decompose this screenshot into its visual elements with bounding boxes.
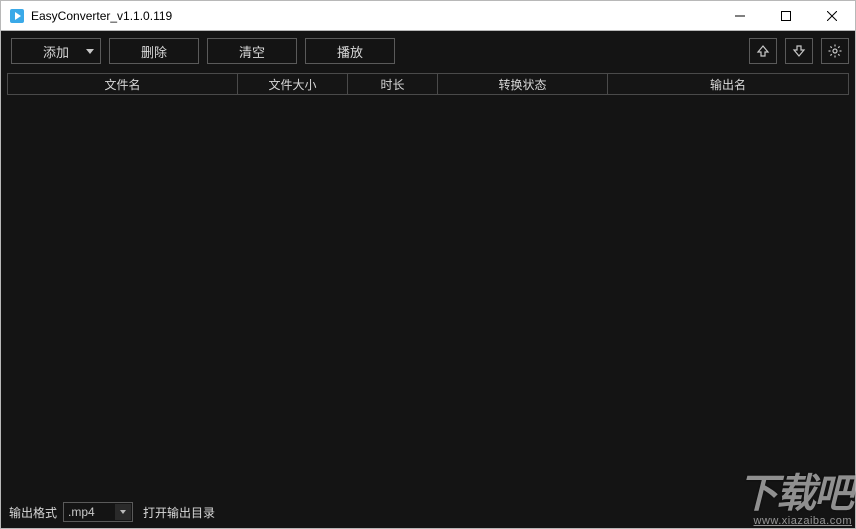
app-icon <box>9 8 25 24</box>
output-format-label: 输出格式 <box>9 504 57 521</box>
close-button[interactable] <box>809 1 855 30</box>
output-format-value: .mp4 <box>68 505 95 519</box>
delete-button[interactable]: 删除 <box>109 38 199 64</box>
clear-button-label: 清空 <box>239 42 265 61</box>
open-output-dir-button[interactable]: 打开输出目录 <box>139 502 219 523</box>
add-button-label: 添加 <box>43 42 69 61</box>
add-button[interactable]: 添加 <box>11 38 101 64</box>
clear-button[interactable]: 清空 <box>207 38 297 64</box>
bottom-bar: 输出格式 .mp4 打开输出目录 <box>1 500 855 528</box>
window-title: EasyConverter_v1.1.0.119 <box>31 9 172 23</box>
output-format-select[interactable]: .mp4 <box>63 502 133 522</box>
play-button[interactable]: 播放 <box>305 38 395 64</box>
toolbar: 添加 删除 清空 播放 <box>1 31 855 67</box>
client-area: 添加 删除 清空 播放 <box>0 30 856 529</box>
maximize-button[interactable] <box>763 1 809 30</box>
move-up-button[interactable] <box>749 38 777 64</box>
delete-button-label: 删除 <box>141 42 167 61</box>
chevron-down-icon <box>115 504 131 520</box>
table-header: 文件名 文件大小 时长 转换状态 输出名 <box>7 73 849 95</box>
move-down-button[interactable] <box>785 38 813 64</box>
file-list[interactable] <box>7 95 849 500</box>
column-header-filesize[interactable]: 文件大小 <box>238 74 348 94</box>
column-header-output[interactable]: 输出名 <box>608 74 848 94</box>
column-header-duration[interactable]: 时长 <box>348 74 438 94</box>
chevron-down-icon <box>86 49 94 54</box>
settings-button[interactable] <box>821 38 849 64</box>
column-header-status[interactable]: 转换状态 <box>438 74 608 94</box>
play-button-label: 播放 <box>337 42 363 61</box>
titlebar: EasyConverter_v1.1.0.119 <box>0 0 856 30</box>
minimize-button[interactable] <box>717 1 763 30</box>
column-header-filename[interactable]: 文件名 <box>8 74 238 94</box>
